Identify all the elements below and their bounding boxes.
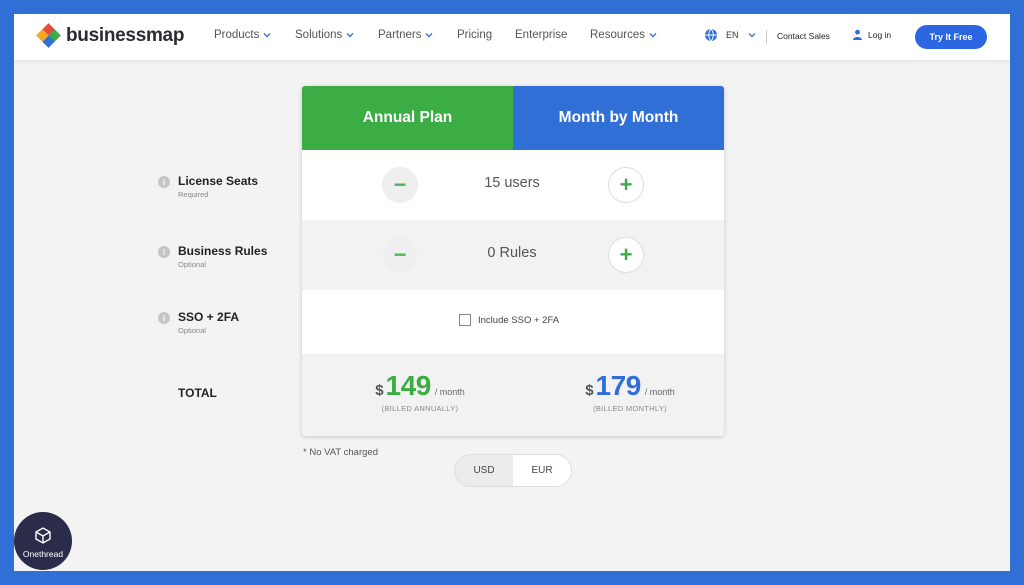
price-amount: 179 — [595, 370, 642, 401]
price-amount: 149 — [385, 370, 432, 401]
nav-item-pricing[interactable]: Pricing — [457, 29, 492, 41]
chevron-down-icon — [263, 33, 271, 38]
info-icon[interactable]: i — [158, 246, 170, 258]
onethread-badge: Onethread — [14, 512, 72, 570]
logo-mark-icon — [36, 23, 61, 48]
currency-symbol: $ — [375, 382, 384, 399]
nav-item-label: Enterprise — [515, 29, 568, 41]
brand-name: businessmap — [66, 25, 185, 46]
total-label: TOTAL — [178, 386, 217, 400]
nav-item-products[interactable]: Products — [214, 29, 272, 41]
nav-item-enterprise[interactable]: Enterprise — [515, 29, 567, 41]
currency-eur-button[interactable]: EUR — [513, 455, 571, 486]
billing-note: (BILLED ANNUALLY) — [381, 404, 459, 413]
increase-rules-button[interactable]: + — [608, 237, 644, 273]
currency-symbol: $ — [585, 382, 594, 399]
top-navbar: businessmap Products Solutions Partners … — [14, 14, 1010, 60]
nav-item-label: Products — [214, 29, 260, 41]
row-subtitle: Required — [178, 190, 209, 199]
row-subtitle: Optional — [178, 326, 206, 335]
seats-value: 15 users — [484, 175, 540, 191]
price-period: / month — [434, 387, 465, 397]
price-period: / month — [644, 387, 675, 397]
total-row: $ 149 / month (BILLED ANNUALLY) $ 179 / … — [302, 354, 724, 436]
sso-2fa-label: i SSO + 2FA Optional — [158, 310, 239, 335]
chevron-down-icon — [426, 33, 433, 38]
tab-month-by-month[interactable]: Month by Month — [513, 86, 724, 150]
row-subtitle: Optional — [178, 260, 206, 269]
license-seats-label: i License Seats Required — [158, 174, 258, 199]
nav-item-solutions[interactable]: Solutions — [295, 29, 355, 41]
pricing-card: Annual Plan Month by Month − 15 users + … — [302, 86, 724, 436]
currency-usd-button[interactable]: USD — [455, 455, 513, 486]
annual-price: $ 149 / month (BILLED ANNUALLY) — [350, 370, 490, 413]
vat-note: * No VAT charged — [303, 447, 378, 458]
nav-item-label: Partners — [378, 29, 422, 41]
nav-item-resources[interactable]: Resources — [590, 29, 658, 41]
business-rules-row: − 0 Rules + — [302, 220, 724, 290]
login-label: Log in — [868, 29, 892, 40]
badge-label: Onethread — [22, 548, 64, 559]
page-frame: businessmap Products Solutions Partners … — [14, 14, 1010, 571]
tab-annual-plan[interactable]: Annual Plan — [302, 86, 513, 150]
chevron-down-icon — [649, 33, 657, 38]
business-rules-label: i Business Rules Optional — [158, 244, 267, 269]
onethread-logo-icon — [35, 526, 51, 544]
globe-icon — [705, 28, 717, 42]
sso-2fa-checkbox-group[interactable]: Include SSO + 2FA — [459, 314, 559, 326]
chevron-down-icon — [748, 33, 755, 38]
row-title: Business Rules — [178, 244, 268, 258]
billing-note: (BILLED MONTHLY) — [593, 404, 667, 413]
sso-2fa-checkbox-label: Include SSO + 2FA — [478, 314, 560, 326]
sso-2fa-row: Include SSO + 2FA — [302, 290, 724, 354]
language-selector[interactable]: EN — [704, 28, 757, 42]
nav-item-partners[interactable]: Partners — [378, 29, 434, 41]
currency-toggle: USD EUR — [454, 454, 572, 487]
nav-divider — [766, 30, 767, 44]
user-icon — [853, 29, 862, 40]
login-link[interactable]: Log in — [852, 29, 891, 40]
contact-sales-link[interactable]: Contact Sales — [777, 31, 830, 41]
brand-logo[interactable]: businessmap — [36, 23, 185, 48]
row-title: License Seats — [178, 174, 259, 188]
row-title: SSO + 2FA — [178, 310, 240, 324]
increase-seats-button[interactable]: + — [608, 167, 644, 203]
chevron-down-icon — [346, 33, 354, 38]
info-icon[interactable]: i — [158, 312, 170, 324]
monthly-price: $ 179 / month (BILLED MONTHLY) — [560, 370, 700, 413]
rules-value: 0 Rules — [487, 245, 537, 261]
sso-2fa-checkbox[interactable] — [459, 314, 471, 326]
try-free-button[interactable]: Try It Free — [915, 25, 987, 49]
license-seats-row: − 15 users + — [302, 150, 724, 220]
nav-item-label: Solutions — [295, 29, 343, 41]
language-label: EN — [726, 30, 739, 40]
info-icon[interactable]: i — [158, 176, 170, 188]
nav-item-label: Resources — [590, 29, 645, 41]
nav-item-label: Pricing — [457, 29, 493, 41]
